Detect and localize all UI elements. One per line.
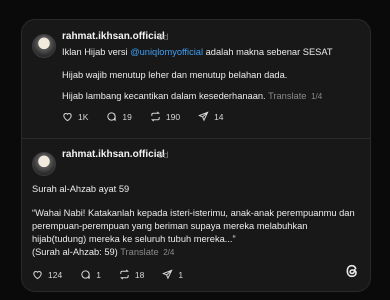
- like-count: 124: [48, 269, 63, 280]
- heart-icon: [33, 271, 42, 280]
- share-count: 14: [214, 111, 224, 122]
- reply-count: 1: [96, 269, 101, 280]
- carousel-page-indicator: 2/4: [163, 248, 175, 257]
- repost-button[interactable]: 18: [119, 269, 144, 280]
- carousel-page-indicator: 1/4: [311, 92, 323, 101]
- heart-icon: [63, 113, 72, 122]
- reply-button[interactable]: 1: [80, 269, 101, 280]
- avatar[interactable]: [32, 34, 56, 58]
- post-text: adalah makna sebenar SESAT: [203, 47, 333, 57]
- post-text-line: (Surah al-Ahzab: 59) Translate 2/4: [32, 247, 174, 257]
- threads-logo-icon: [346, 264, 357, 278]
- threads-card: rahmat.ikhsan.official 6d Iklan Hijab ve…: [21, 19, 371, 292]
- like-button[interactable]: 1K: [62, 111, 88, 122]
- post-text-line: perempuan-perempuan yang beriman supaya …: [32, 221, 308, 231]
- post-text-line: “Wahai Nabi! Katakanlah kepada isteri-is…: [32, 208, 355, 218]
- comment-icon: [107, 112, 117, 122]
- post-text-line: Iklan Hijab versi @uniqlomyofficial adal…: [62, 47, 333, 57]
- username[interactable]: rahmat.ikhsan.official: [62, 31, 165, 42]
- post-text: (Surah al-Ahzab: 59): [32, 247, 118, 257]
- translate-button[interactable]: Translate: [268, 91, 306, 101]
- share-button[interactable]: 1: [162, 269, 183, 280]
- post-time: 6d: [158, 150, 169, 161]
- repost-button[interactable]: 190: [150, 111, 180, 122]
- post-1[interactable]: rahmat.ikhsan.official 6d Iklan Hijab ve…: [22, 20, 370, 138]
- send-icon: [198, 111, 209, 122]
- translate-button[interactable]: Translate: [120, 247, 158, 257]
- like-count: 1K: [78, 111, 89, 122]
- reply-button[interactable]: 19: [106, 111, 132, 122]
- send-icon: [162, 269, 174, 280]
- username[interactable]: rahmat.ikhsan.official: [62, 149, 165, 160]
- share-button[interactable]: 14: [198, 111, 224, 122]
- comment-icon: [81, 270, 90, 280]
- post-time: 6d: [158, 32, 169, 43]
- post-text-line: hijab(tudung) mereka ke seluruh tubuh me…: [32, 234, 236, 244]
- repost-icon: [119, 269, 129, 280]
- repost-count: 190: [165, 111, 181, 122]
- repost-count: 18: [134, 269, 145, 280]
- post-text-line: Surah al-Ahzab ayat 59: [32, 184, 130, 194]
- post-text: Iklan Hijab versi: [62, 47, 131, 57]
- post-actions: 1K 19 190 14: [62, 111, 242, 122]
- post-text-line: Hijab wajib menutup leher dan menutup be…: [62, 70, 288, 80]
- post-text-line: Hijab lambang kecantikan dalam kesederha…: [62, 91, 322, 101]
- reply-count: 19: [122, 111, 132, 122]
- repost-icon: [150, 111, 160, 122]
- post-text: Hijab lambang kecantikan dalam kesederha…: [62, 91, 266, 101]
- mention-link[interactable]: @uniqlomyofficial: [130, 47, 203, 57]
- share-count: 1: [178, 269, 184, 280]
- like-button[interactable]: 124: [32, 269, 62, 280]
- post-actions: 124 1 18 1: [32, 269, 201, 280]
- post-2[interactable]: rahmat.ikhsan.official 6d Surah al-Ahzab…: [22, 138, 370, 291]
- avatar[interactable]: [32, 152, 56, 176]
